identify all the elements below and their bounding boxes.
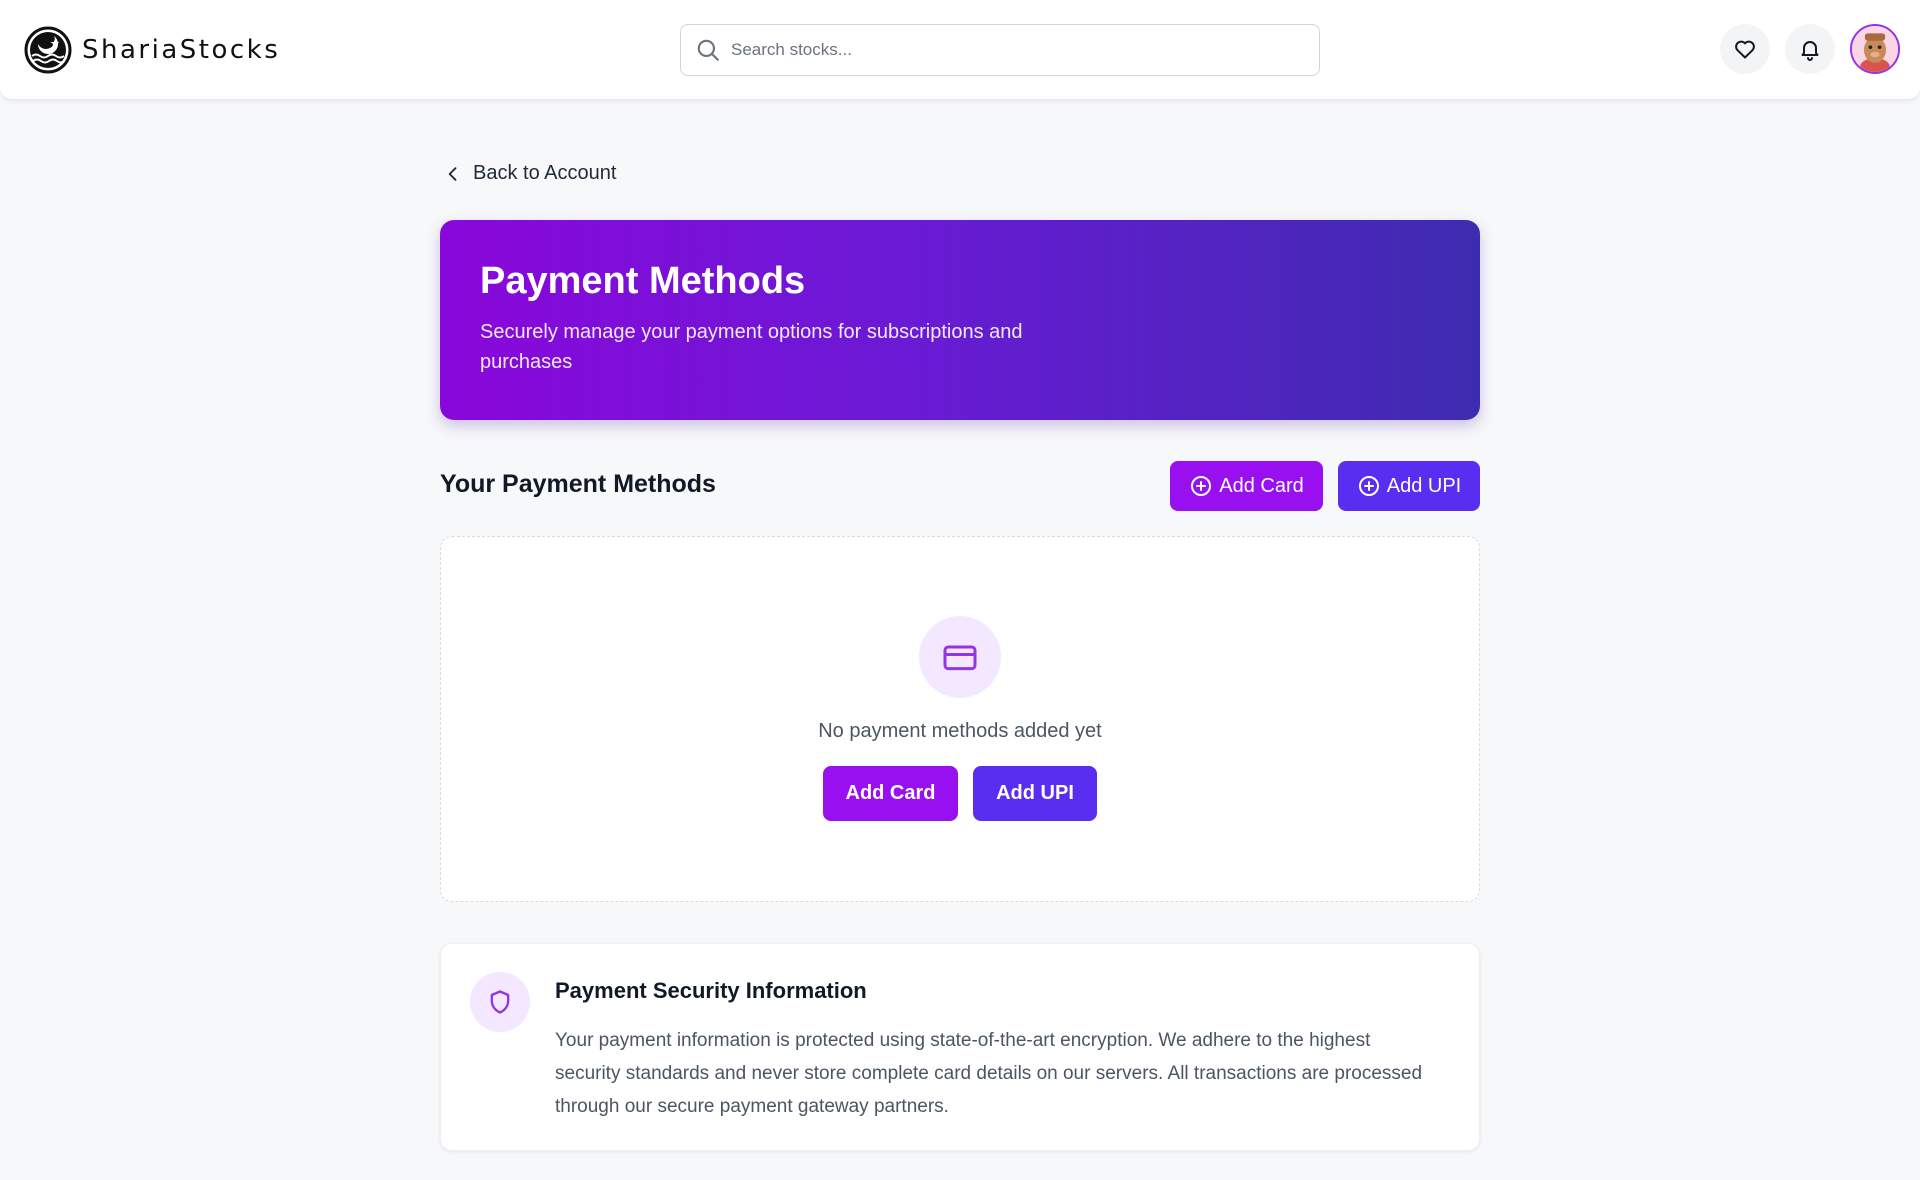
plus-circle-icon xyxy=(1191,476,1212,496)
search-icon xyxy=(697,39,719,61)
page-title: Payment Methods xyxy=(480,260,806,302)
empty-state-message: No payment methods added yet xyxy=(818,720,1102,742)
user-avatar[interactable] xyxy=(1850,24,1900,74)
notifications-button[interactable] xyxy=(1785,24,1835,74)
search-bar[interactable] xyxy=(680,24,1320,76)
favorites-button[interactable] xyxy=(1720,24,1770,74)
back-label: Back to Account xyxy=(473,162,617,184)
add-card-button[interactable]: Add Card xyxy=(1170,461,1323,511)
empty-add-upi-label: Add UPI xyxy=(996,782,1074,804)
add-upi-label: Add UPI xyxy=(1386,474,1462,497)
plus-circle-icon xyxy=(1358,476,1379,496)
search-input[interactable] xyxy=(731,40,1291,60)
empty-state-icon-badge xyxy=(919,616,1001,698)
add-upi-button[interactable]: Add UPI xyxy=(1338,461,1480,511)
chevron-left-icon xyxy=(448,166,457,181)
payment-methods-hero: Payment Methods Securely manage your pay… xyxy=(440,220,1480,420)
brand-name: ShariaStocks xyxy=(82,35,281,65)
logo-icon xyxy=(24,26,72,74)
bell-icon xyxy=(1801,41,1819,61)
security-title: Payment Security Information xyxy=(555,978,867,1003)
heart-icon xyxy=(1735,40,1755,59)
empty-add-upi-button[interactable]: Add UPI xyxy=(973,766,1097,821)
credit-card-icon xyxy=(943,645,977,671)
back-to-account-link[interactable]: Back to Account xyxy=(443,162,616,185)
section-title: Your Payment Methods xyxy=(440,470,716,498)
empty-add-card-label: Add Card xyxy=(845,782,936,804)
top-header: ShariaStocks xyxy=(0,0,1920,100)
empty-payment-methods-card xyxy=(440,536,1480,902)
security-body: Your payment information is protected us… xyxy=(555,1030,1423,1117)
empty-add-card-button[interactable]: Add Card xyxy=(823,766,958,821)
add-card-label: Add Card xyxy=(1219,474,1304,497)
avatar-image xyxy=(1852,26,1898,72)
brand-logo[interactable]: ShariaStocks xyxy=(24,24,280,76)
page-subtitle: Securely manage your payment options for… xyxy=(480,321,1023,373)
shield-icon xyxy=(490,990,510,1014)
security-icon-badge xyxy=(470,972,530,1032)
